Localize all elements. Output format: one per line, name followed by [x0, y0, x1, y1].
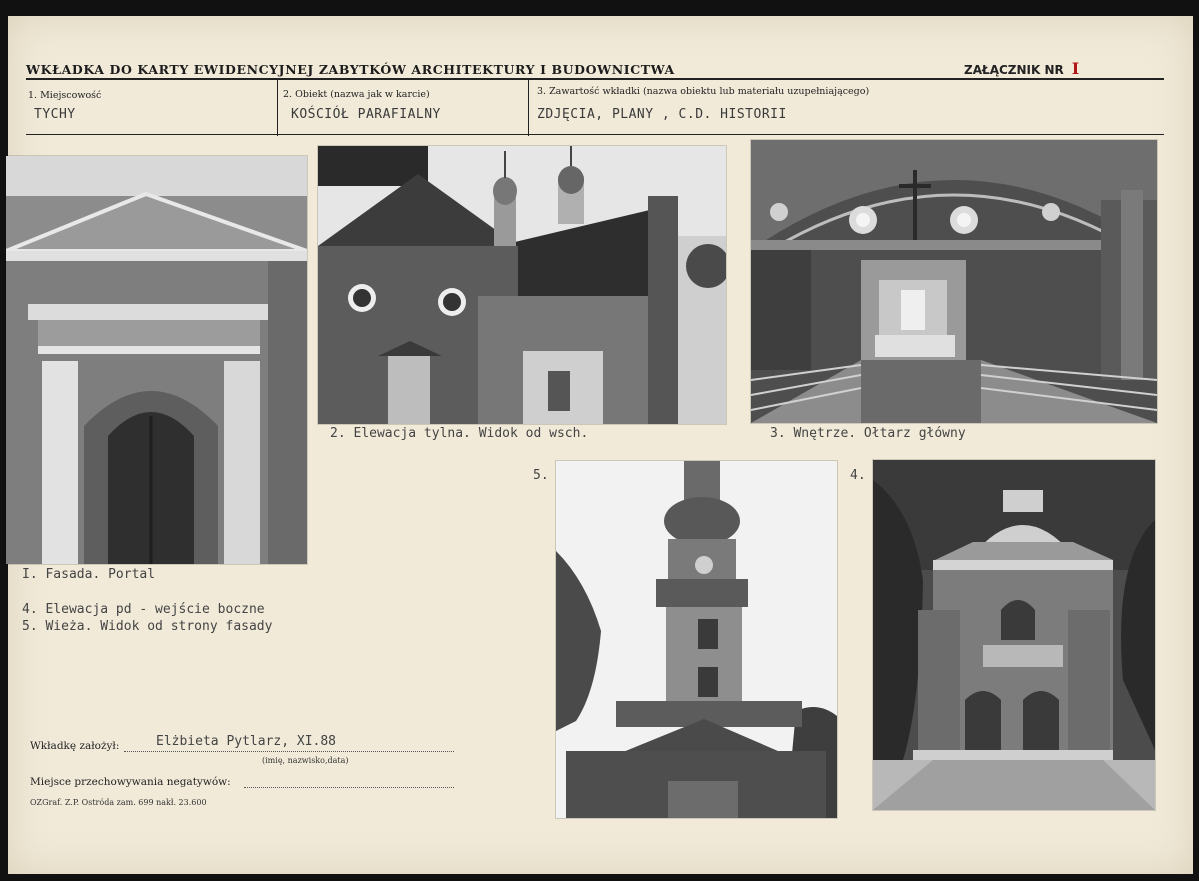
photo-rear-elevation [318, 146, 726, 424]
object-value: KOŚCIÓŁ PARAFIALNY [291, 107, 441, 122]
photo-tower [556, 461, 837, 818]
photo-facade-portal [6, 156, 307, 564]
caption-5: 5. Wieża. Widok od strony fasady [22, 619, 273, 634]
form-title: WKŁADKA DO KARTY EWIDENCYJNEJ ZABYTKÓW A… [26, 62, 675, 77]
caption-1: I. Fasada. Portal [22, 567, 156, 582]
founder-hint: (imię, nazwisko,data) [262, 756, 349, 765]
church-portal-photo-icon [6, 156, 307, 564]
printer-imprint: OZGraf. Z.P. Ostróda zam. 699 nakł. 23.6… [30, 798, 207, 807]
photo-5-number: 5. [533, 468, 549, 483]
church-side-entrance-photo-icon [873, 460, 1155, 810]
header-rule [26, 78, 1164, 80]
object-label: 2. Obiekt (nazwa jak w karcie) [283, 89, 430, 100]
founder-label: Wkładkę założył: [30, 740, 120, 752]
photo-4-number: 4. [850, 468, 866, 483]
caption-2: 2. Elewacja tylna. Widok od wsch. [330, 426, 589, 441]
caption-3: 3. Wnętrze. Ołtarz główny [770, 426, 966, 441]
founder-value: Elżbieta Pytlarz, XI.88 [156, 734, 337, 749]
locality-value: TYCHY [34, 107, 76, 122]
caption-4: 4. Elewacja pd - wejście boczne [22, 602, 265, 617]
attachment-number: I [1071, 59, 1080, 78]
storage-dotted-line [244, 787, 454, 788]
contents-label: 3. Zawartość wkładki (nazwa obiektu lub … [537, 86, 870, 97]
attachment-number-label: ZAŁĄCZNIK NR I [964, 59, 1079, 78]
church-tower-photo-icon [556, 461, 837, 818]
contents-value: ZDJĘCIA, PLANY , C.D. HISTORII [537, 107, 787, 122]
storage-label: Miejsce przechowywania negatywów: [30, 776, 231, 788]
church-interior-altar-photo-icon [751, 140, 1157, 423]
field-divider-1 [277, 80, 278, 136]
locality-label: 1. Miejscowość [28, 90, 102, 101]
church-rear-elevation-photo-icon [318, 146, 726, 424]
field-divider-2 [528, 80, 529, 136]
founder-dotted-line [124, 751, 454, 752]
photo-side-entrance [873, 460, 1155, 810]
fields-bottom-rule [26, 134, 1164, 135]
attachment-label: ZAŁĄCZNIK NR [964, 63, 1064, 77]
photo-interior-altar [751, 140, 1157, 423]
